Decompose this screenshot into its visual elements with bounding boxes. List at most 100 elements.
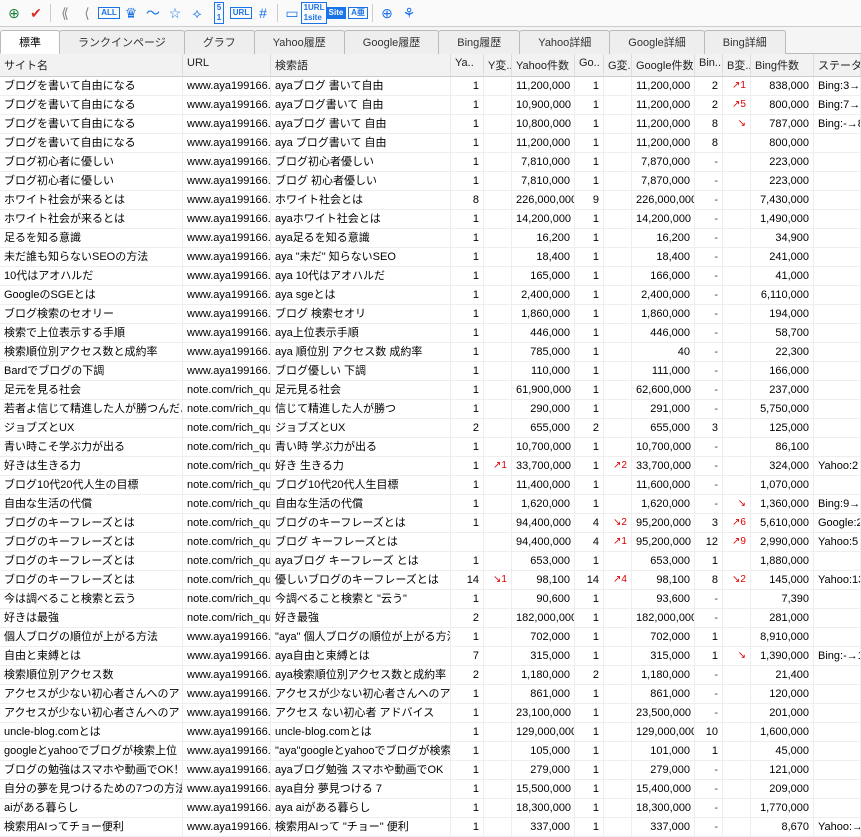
cell-site[interactable]: アクセスが少ない初心者さんへのアドバイス — [0, 685, 183, 704]
cell-go[interactable]: 1 — [575, 400, 604, 419]
cell-ya[interactable]: 1 — [451, 742, 484, 761]
cell-yn[interactable]: 23,100,000 — [512, 704, 575, 723]
cell-go[interactable]: 1 — [575, 723, 604, 742]
cell-gc[interactable] — [604, 818, 632, 837]
cell-url[interactable]: note.com/rich_quin — [183, 381, 271, 400]
cell-yn[interactable]: 446,000 — [512, 324, 575, 343]
column-header[interactable]: G変.. — [604, 54, 632, 77]
cell-go[interactable]: 1 — [575, 343, 604, 362]
cell-url[interactable]: www.aya199166.co — [183, 685, 271, 704]
cell-kw[interactable]: ジョブズとUX — [271, 419, 451, 438]
zoom-icon[interactable]: ⊕ — [377, 3, 397, 23]
cell-kw[interactable]: aya "未だ" 知らないSEO — [271, 248, 451, 267]
cell-bi[interactable]: - — [695, 590, 723, 609]
column-header[interactable]: Bin.. — [695, 54, 723, 77]
cell-bn[interactable]: 7,430,000 — [751, 191, 814, 210]
cell-url[interactable]: www.aya199166.co — [183, 324, 271, 343]
cell-yn[interactable]: 785,000 — [512, 343, 575, 362]
cell-gn[interactable]: 129,000,000 — [632, 723, 695, 742]
cell-go[interactable]: 1 — [575, 818, 604, 837]
cell-kw[interactable]: ブログ 検索セオリ — [271, 305, 451, 324]
cell-ya[interactable]: 7 — [451, 647, 484, 666]
cell-bc[interactable] — [723, 628, 751, 647]
cell-bn[interactable]: 1,070,000 — [751, 476, 814, 495]
cell-yn[interactable]: 165,000 — [512, 267, 575, 286]
cell-gn[interactable]: 11,200,000 — [632, 77, 695, 96]
tab-5[interactable]: Bing履歴 — [438, 30, 520, 54]
column-header[interactable]: B変.. — [723, 54, 751, 77]
column-header[interactable]: Ya.. — [451, 54, 484, 77]
cell-go[interactable]: 1 — [575, 799, 604, 818]
all-icon[interactable]: ALL — [99, 3, 119, 23]
cell-kw[interactable]: ブログ キーフレーズとは — [271, 533, 451, 552]
cell-bn[interactable]: 324,000 — [751, 457, 814, 476]
cell-yc[interactable] — [484, 590, 512, 609]
cell-url[interactable]: www.aya199166.co — [183, 172, 271, 191]
cell-gc[interactable] — [604, 153, 632, 172]
cell-site[interactable]: googleとyahooでブログが検索上位 — [0, 742, 183, 761]
rank-icon[interactable]: 51 — [209, 3, 229, 23]
cell-yn[interactable]: 61,900,000 — [512, 381, 575, 400]
cell-url[interactable]: www.aya199166.co — [183, 229, 271, 248]
cell-gn[interactable]: 11,600,000 — [632, 476, 695, 495]
cell-bc[interactable] — [723, 457, 751, 476]
cell-yn[interactable]: 129,000,000 — [512, 723, 575, 742]
cell-st[interactable] — [814, 362, 861, 381]
cell-kw[interactable]: 信じて精進した人が勝つ — [271, 400, 451, 419]
cell-site[interactable]: ブログを書いて自由になる — [0, 134, 183, 153]
cell-st[interactable] — [814, 552, 861, 571]
cell-go[interactable]: 1 — [575, 742, 604, 761]
rewind-icon[interactable]: ⟪ — [55, 3, 75, 23]
cell-yc[interactable] — [484, 685, 512, 704]
cell-gn[interactable]: 95,200,000 — [632, 533, 695, 552]
cell-bc[interactable] — [723, 704, 751, 723]
cell-bi[interactable]: 3 — [695, 419, 723, 438]
cell-url[interactable]: www.aya199166.co — [183, 115, 271, 134]
cell-site[interactable]: 検索用AIってチョー便利 — [0, 818, 183, 837]
cell-gc[interactable] — [604, 362, 632, 381]
cell-st[interactable]: Bing:3→2 — [814, 77, 861, 96]
cell-st[interactable] — [814, 685, 861, 704]
cell-gn[interactable]: 279,000 — [632, 761, 695, 780]
cell-ya[interactable]: 1 — [451, 134, 484, 153]
cell-bi[interactable]: - — [695, 172, 723, 191]
cell-bi[interactable]: 8 — [695, 115, 723, 134]
cell-kw[interactable]: aya ブログ書いて 自由 — [271, 134, 451, 153]
cell-yn[interactable]: 290,000 — [512, 400, 575, 419]
cell-st[interactable]: Yahoo:2→1, Google: — [814, 457, 861, 476]
cell-yc[interactable] — [484, 96, 512, 115]
tab-4[interactable]: Google履歴 — [344, 30, 439, 54]
cell-bc[interactable] — [723, 343, 751, 362]
cell-gc[interactable] — [604, 343, 632, 362]
cell-bi[interactable]: 1 — [695, 647, 723, 666]
cell-url[interactable]: www.aya199166.co — [183, 153, 271, 172]
cell-yc[interactable] — [484, 267, 512, 286]
back-icon[interactable]: ⟨ — [77, 3, 97, 23]
cell-site[interactable]: GoogleのSGEとは — [0, 286, 183, 305]
cell-url[interactable]: www.aya199166.co — [183, 305, 271, 324]
cell-kw[interactable]: aya 順位別 アクセス数 成約率 — [271, 343, 451, 362]
cell-yn[interactable]: 337,000 — [512, 818, 575, 837]
cell-bi[interactable]: 8 — [695, 571, 723, 590]
column-header[interactable]: Google件数 — [632, 54, 695, 77]
cell-bn[interactable]: 7,390 — [751, 590, 814, 609]
cell-gn[interactable]: 111,000 — [632, 362, 695, 381]
cell-go[interactable]: 1 — [575, 305, 604, 324]
cell-yn[interactable]: 653,000 — [512, 552, 575, 571]
cell-gc[interactable] — [604, 381, 632, 400]
cell-gc[interactable] — [604, 134, 632, 153]
cell-gn[interactable]: 16,200 — [632, 229, 695, 248]
cell-bi[interactable]: 1 — [695, 742, 723, 761]
cell-ya[interactable]: 1 — [451, 495, 484, 514]
cell-kw[interactable]: ブログ優しい 下調 — [271, 362, 451, 381]
cell-gc[interactable] — [604, 647, 632, 666]
url-list-icon[interactable]: URL — [231, 3, 251, 23]
cell-bi[interactable]: - — [695, 343, 723, 362]
column-header[interactable]: サイト名 — [0, 54, 183, 77]
cell-yc[interactable] — [484, 324, 512, 343]
cell-yc[interactable] — [484, 609, 512, 628]
cell-gc[interactable] — [604, 419, 632, 438]
cell-gn[interactable]: 98,100 — [632, 571, 695, 590]
cell-gn[interactable]: 337,000 — [632, 818, 695, 837]
cell-url[interactable]: note.com/rich_quin — [183, 476, 271, 495]
